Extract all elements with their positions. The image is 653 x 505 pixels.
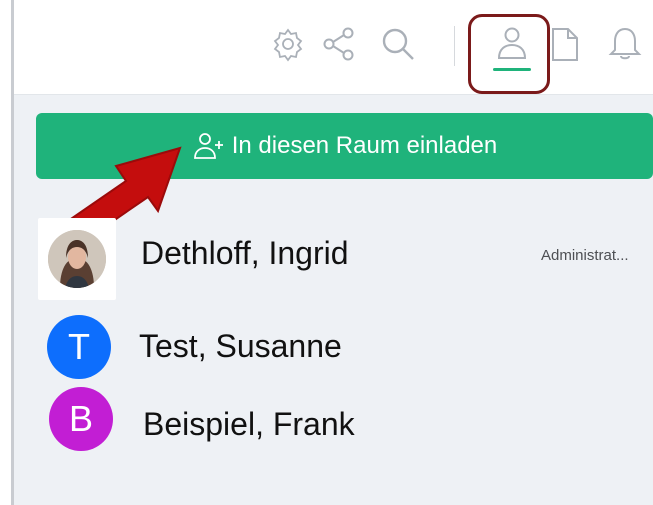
- share-icon[interactable]: [319, 24, 359, 64]
- member-role: Administrat...: [541, 247, 629, 264]
- avatar: T: [47, 315, 111, 379]
- room-toolbar: [14, 0, 653, 95]
- gear-icon[interactable]: [268, 24, 308, 64]
- invite-button-label: In diesen Raum einladen: [231, 132, 498, 159]
- document-icon[interactable]: [544, 24, 584, 64]
- bell-icon[interactable]: [605, 24, 645, 64]
- avatar: B: [49, 387, 113, 451]
- avatar: [38, 218, 116, 300]
- member-name: Beispiel, Frank: [143, 406, 355, 442]
- highlight-annotation: [468, 14, 550, 94]
- member-name: Test, Susanne: [139, 328, 342, 364]
- toolbar-separator: [454, 26, 455, 66]
- search-icon[interactable]: [378, 24, 418, 64]
- member-name: Dethloff, Ingrid: [141, 235, 349, 271]
